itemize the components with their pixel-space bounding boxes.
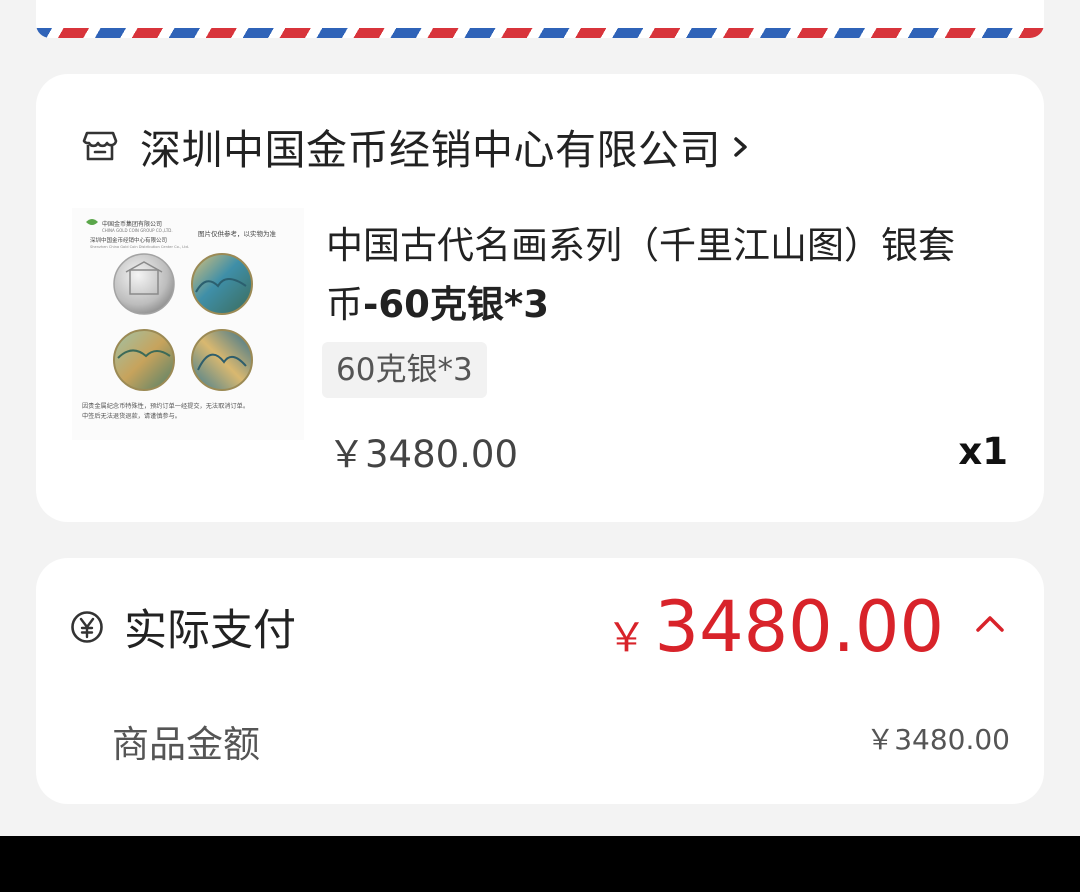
chevron-right-icon	[734, 137, 747, 157]
payment-total: 3480.00	[654, 586, 944, 668]
currency-symbol: ￥	[606, 615, 647, 661]
spec-tag: 60克银*3	[322, 342, 487, 398]
airmail-border	[36, 28, 1044, 38]
product-title-suffix: -60克银*3	[363, 283, 549, 326]
product-title[interactable]: 中国古代名画系列（千里江山图）银套币-60克银*3	[326, 216, 1026, 334]
payment-label: 实际支付	[124, 606, 296, 656]
svg-text:因贵金属纪念币特殊性，预约订单一经提交，无法取消订单。: 因贵金属纪念币特殊性，预约订单一经提交，无法取消订单。	[82, 402, 249, 410]
order-card: 深圳中国金币经销中心有限公司 中国金币集团有限公司 CHINA GOLD COI…	[36, 74, 1044, 522]
bottom-bar	[0, 836, 1080, 892]
payment-amount: ￥ 3480.00	[607, 586, 944, 668]
svg-text:CHINA GOLD COIN GROUP CO.,LTD.: CHINA GOLD COIN GROUP CO.,LTD.	[102, 228, 173, 233]
unit-price: ￥3480.00	[328, 433, 519, 476]
shop-name: 深圳中国金币经销中心有限公司	[140, 126, 721, 174]
chevron-up-icon[interactable]	[974, 612, 1006, 634]
subtotal-label: 商品金额	[112, 723, 260, 766]
shop-header[interactable]: 深圳中国金币经销中心有限公司	[82, 116, 751, 176]
quantity: x1	[958, 430, 1008, 473]
address-card[interactable]	[36, 0, 1044, 38]
subtotal-value: ￥3480.00	[866, 723, 1010, 756]
svg-text:中国金币集团有限公司: 中国金币集团有限公司	[102, 220, 162, 228]
svg-text:中签后无法退货退款，请谨慎参与。: 中签后无法退货退款，请谨慎参与。	[82, 412, 181, 420]
product-thumbnail[interactable]: 中国金币集团有限公司 CHINA GOLD COIN GROUP CO.,LTD…	[72, 208, 304, 440]
store-icon	[82, 131, 118, 161]
yen-coin-icon	[71, 611, 103, 643]
svg-text:Shenzhen China Gold Coin Distr: Shenzhen China Gold Coin Distribution Ce…	[90, 245, 189, 249]
svg-text:深圳中国金币经销中心有限公司: 深圳中国金币经销中心有限公司	[90, 236, 167, 244]
svg-text:图片仅供参考，以实物为准: 图片仅供参考，以实物为准	[198, 229, 277, 238]
payment-card: 实际支付 ￥ 3480.00 商品金额 ￥3480.00	[36, 558, 1044, 804]
payment-row: 实际支付	[70, 596, 296, 658]
